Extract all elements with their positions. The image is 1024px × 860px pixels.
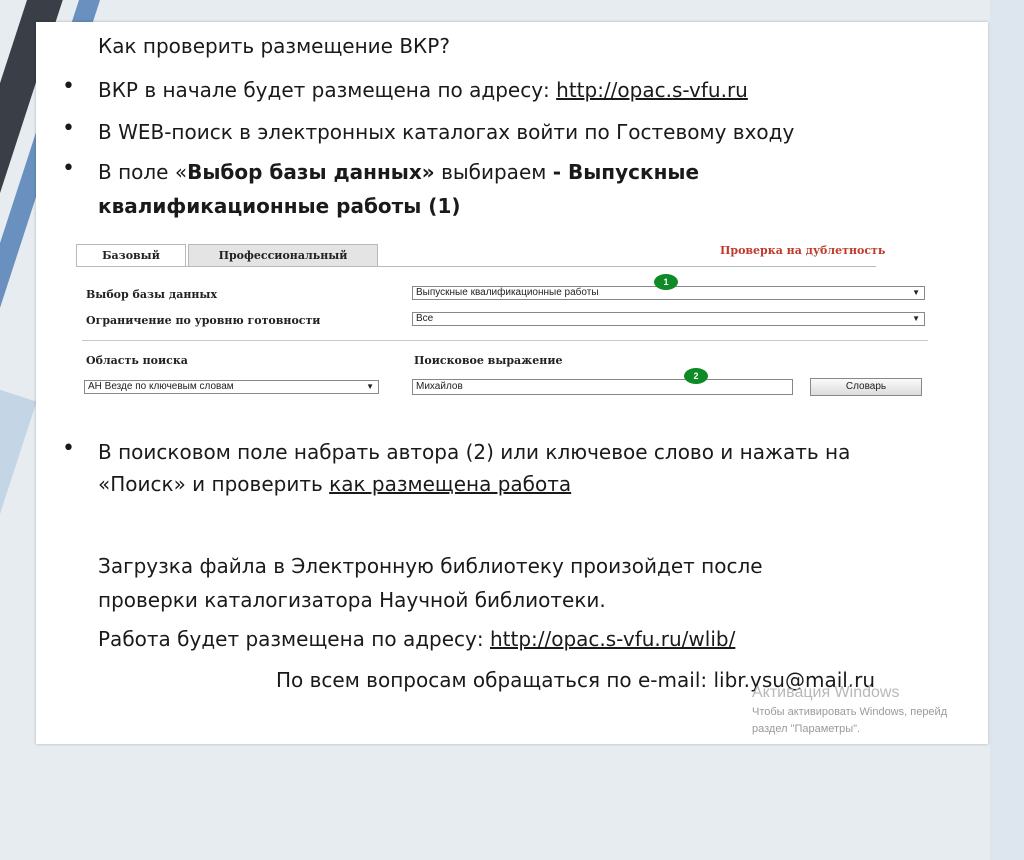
bullet-4-line2: «Поиск» и проверить как размещена работа — [98, 470, 571, 498]
area-select-value: АН Везде по ключевым словам — [88, 381, 234, 392]
tab-underline — [76, 266, 876, 267]
background-stripe-right — [990, 0, 1024, 860]
chevron-down-icon: ▼ — [912, 288, 920, 297]
bullet-4-line2-pre: «Поиск» и проверить — [98, 472, 330, 496]
bullet-4-line1: В поисковом поле набрать автора (2) или … — [98, 440, 851, 464]
ready-label: Ограничение по уровню готовности — [86, 314, 321, 327]
slide: Как проверить размещение ВКР? • ВКР в на… — [36, 22, 988, 744]
area-label: Область поиска — [86, 354, 188, 367]
bullet-3-bold-choice: - Выпускные — [552, 160, 700, 184]
bullet-3-pre: В поле « — [98, 160, 188, 184]
bullet-1-label: ВКР в начале будет размещена по адресу: — [98, 78, 557, 102]
expression-label: Поисковое выражение — [414, 354, 563, 367]
slide-heading: Как проверить размещение ВКР? — [98, 34, 450, 58]
form-divider — [82, 340, 928, 341]
db-label: Выбор базы данных — [86, 288, 218, 301]
bullet-4: • — [62, 436, 75, 461]
duplicate-check-link[interactable]: Проверка на дублетность — [720, 244, 885, 257]
library-address-text: Работа будет размещена по адресу: http:/… — [98, 625, 735, 653]
background-stripe-light — [0, 380, 37, 802]
opac-link[interactable]: http://opac.s-vfu.ru — [556, 78, 748, 102]
watermark-title: Активация Windows — [752, 684, 900, 701]
badge-1: 1 — [654, 274, 678, 290]
ready-select-value: Все — [416, 313, 434, 324]
bullet-3-line2: квалификационные работы (1) — [98, 194, 461, 218]
bullet-1: • — [62, 74, 75, 99]
bullet-3-mid: выбираем — [434, 160, 553, 184]
bullet-2: • — [62, 116, 75, 141]
upload-note-line2: проверки каталогизатора Научной библиоте… — [98, 588, 606, 612]
ready-select[interactable]: Все ▼ — [412, 312, 925, 326]
watermark-line2: раздел "Параметры". — [752, 723, 861, 735]
wlib-link[interactable]: http://opac.s-vfu.ru/wlib/ — [490, 627, 735, 651]
dictionary-button[interactable]: Словарь — [810, 378, 922, 396]
badge-2: 2 — [684, 368, 708, 384]
bullet-1-text: ВКР в начале будет размещена по адресу: … — [98, 76, 748, 104]
tab-basic[interactable]: Базовый — [76, 244, 186, 267]
opac-search-form: Базовый Профессиональный Проверка на дуб… — [76, 240, 928, 428]
bullet-3-bold-db: Выбор базы данных» — [187, 160, 435, 184]
chevron-down-icon: ▼ — [912, 314, 920, 323]
placement-link[interactable]: как размещена работа — [329, 472, 571, 496]
bullet-3: • — [62, 156, 75, 181]
area-select[interactable]: АН Везде по ключевым словам ▼ — [84, 380, 379, 394]
search-expression-input[interactable]: Михайлов — [412, 379, 793, 395]
library-address-label: Работа будет размещена по адресу: — [98, 627, 490, 651]
db-select-value: Выпускные квалификационные работы — [416, 287, 599, 298]
upload-note-line1: Загрузка файла в Электронную библиотеку … — [98, 554, 763, 578]
watermark-line1: Чтобы активировать Windows, перейд — [752, 706, 948, 718]
bullet-3-text: В поле «Выбор базы данных» выбираем - Вы… — [98, 158, 699, 186]
bullet-2-text: В WEB-поиск в электронных каталогах войт… — [98, 120, 795, 144]
tab-professional[interactable]: Профессиональный — [188, 244, 378, 267]
chevron-down-icon: ▼ — [366, 382, 374, 391]
